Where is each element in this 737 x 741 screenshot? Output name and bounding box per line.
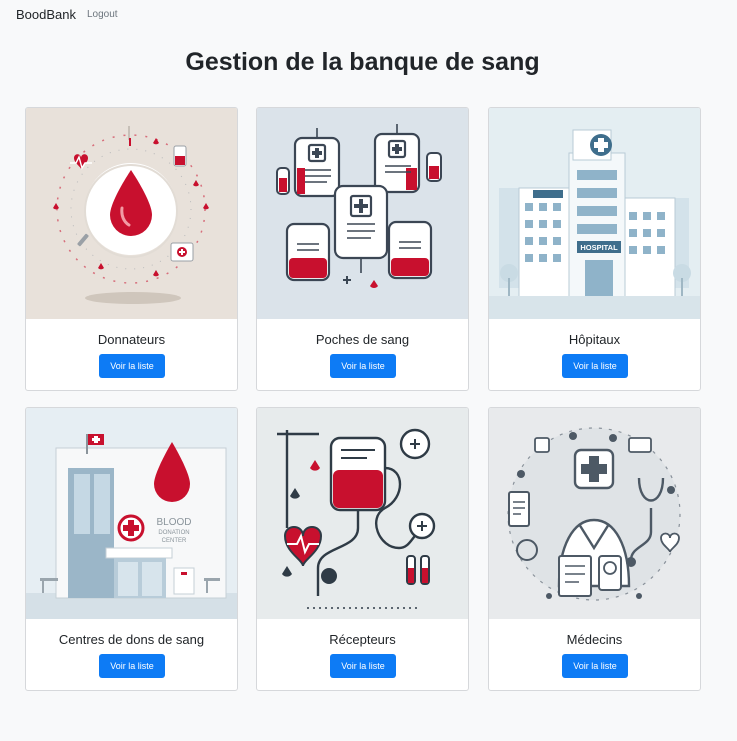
- card-title: Centres de dons de sang: [58, 632, 205, 647]
- card-title: Hôpitaux: [568, 332, 621, 347]
- hospital-sign: HOSPITAL: [580, 243, 618, 252]
- view-list-button[interactable]: Voir la liste: [562, 654, 628, 678]
- blood-drop-icon: [26, 108, 237, 319]
- center-sign-line1: BLOOD: [156, 517, 191, 528]
- blood-transfusion-icon: [257, 408, 468, 619]
- hospital-icon: HOSPITAL: [489, 108, 700, 319]
- card-title: Médecins: [566, 632, 623, 647]
- card-title: Donnateurs: [97, 332, 166, 347]
- card-centres-de-dons: BLOOD DONATION CENTER Centres de dons de…: [25, 407, 238, 691]
- card-hopitaux: HOSPITAL Hôpitaux Voir la liste: [488, 107, 701, 391]
- page-title: Gestion de la banque de sang: [185, 48, 540, 76]
- center-sign-line2: DONATION: [158, 530, 189, 536]
- card-medecins: Médecins Voir la liste: [488, 407, 701, 691]
- view-list-button[interactable]: Voir la liste: [330, 354, 396, 378]
- navbar: BoodBank Logout: [0, 0, 737, 30]
- view-list-button[interactable]: Voir la liste: [330, 654, 396, 678]
- view-list-button[interactable]: Voir la liste: [99, 654, 165, 678]
- card-recepteurs: Récepteurs Voir la liste: [256, 407, 469, 691]
- doctor-icon: [489, 408, 700, 619]
- view-list-button[interactable]: Voir la liste: [562, 354, 628, 378]
- card-title: Poches de sang: [315, 332, 410, 347]
- navbar-brand[interactable]: BoodBank: [16, 7, 76, 22]
- view-list-button[interactable]: Voir la liste: [99, 354, 165, 378]
- card-donnateurs: Donnateurs Voir la liste: [25, 107, 238, 391]
- logout-link[interactable]: Logout: [87, 9, 118, 20]
- card-title: Récepteurs: [329, 632, 396, 647]
- donation-center-icon: BLOOD DONATION CENTER: [26, 408, 237, 619]
- center-sign-line3: CENTER: [162, 538, 187, 544]
- blood-bag-icon: [257, 108, 468, 319]
- card-poches-de-sang: Poches de sang Voir la liste: [256, 107, 469, 391]
